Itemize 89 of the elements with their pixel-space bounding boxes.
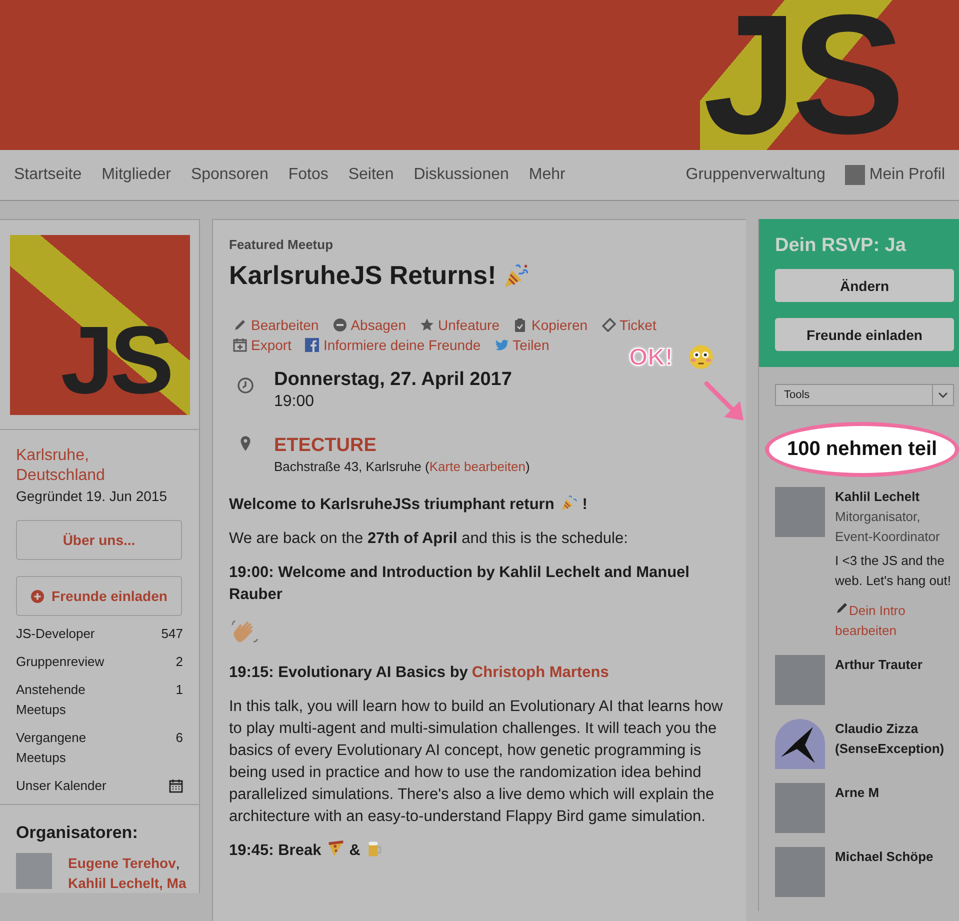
schedule-heading: 19:00: Welcome and Introduction by Kahlil Lechelt and Manuel Rauber [229, 564, 690, 603]
star-icon [420, 318, 434, 332]
party-popper-icon [502, 262, 530, 290]
venue-address: Bachstraße 43, Karlsruhe (Karte bearbeiten) [274, 459, 530, 474]
nav-link[interactable]: Mehr [528, 166, 566, 184]
description-paragraph: We are back on the 27th of April and this is the schedule: [229, 529, 629, 549]
schedule-heading: & [349, 842, 360, 859]
flushed-face-icon [688, 344, 714, 370]
stat-count: 547 [161, 625, 183, 643]
photo-placeholder [775, 487, 825, 537]
tools-dropdown[interactable]: Tools [775, 384, 954, 406]
stat-count: 1 [176, 681, 183, 699]
photo-placeholder [775, 847, 825, 897]
stat-count: 6 [176, 729, 183, 747]
bird-icon [494, 338, 509, 352]
attendee-role: Mitorganisator, Event-Koordinator [835, 508, 941, 546]
clipboard-icon [513, 318, 528, 332]
founded-date: Gegründet 19. Jun 2015 [16, 488, 168, 504]
edit-map-link[interactable]: Karte bearbeiten [429, 459, 526, 474]
pizza-slice-icon [327, 840, 346, 858]
separator-text: , [176, 855, 180, 871]
stat-link[interactable]: Gruppenreview [16, 652, 126, 672]
schedule-heading: 19:45: Break [229, 842, 322, 859]
avatar-placeholder [845, 165, 866, 185]
attendee-name[interactable]: Arthur Trauter [835, 655, 956, 675]
nav-link[interactable]: Diskussionen [414, 166, 509, 184]
description-paragraph: In this talk, you will learn how to build an Evolutionary AI that learns how to play multi-agent and multi-simulation challenges. It will teach you the basics of every Evolutionary AI concept, how genetic programming is being used in practice and how to use the randomization idea behind parallelized simulations. There's also a live demo which will explain the architecture with an easy-to-understand Flappy Bird game simulation. [229, 697, 724, 827]
pencil-icon [835, 601, 849, 615]
event-date: Donnerstag, 27. April 2017 [274, 369, 512, 391]
stat-link[interactable]: Unser Kalender [16, 776, 126, 796]
attendee-count: 100 nehmen teil [765, 422, 959, 477]
action-link[interactable]: Ticket [602, 317, 656, 333]
stat-count: 2 [176, 653, 183, 671]
invite-button[interactable]: Freunde einladen [16, 576, 182, 616]
action-link[interactable]: Absagen [332, 317, 406, 333]
calendar-icon[interactable] [169, 779, 183, 793]
organizer-link[interactable]: Eugene Terehov [68, 855, 176, 871]
nav-link[interactable]: Mitglieder [102, 166, 171, 184]
attendee-intro: I <3 the JS and the web. Let's hang out! [835, 552, 952, 590]
nav-link[interactable]: Seiten [348, 166, 394, 184]
nav-link[interactable]: Gruppenverwaltung [686, 166, 826, 184]
rsvp-button[interactable]: Ändern [775, 269, 954, 302]
attendee-name[interactable]: Arne M [835, 783, 956, 803]
photo-placeholder [775, 655, 825, 705]
calendar-plus-icon [233, 338, 247, 352]
edit-intro-link[interactable]: Dein Intro bearbeiten [835, 601, 956, 641]
schedule-heading: 19:15: Evolutionary AI Basics by [229, 664, 468, 681]
organizer-link[interactable]: Kahlil Lechelt, Ma [68, 875, 186, 891]
action-link[interactable]: Unfeature [420, 317, 500, 333]
clock-icon [237, 377, 254, 394]
nav-link[interactable]: Startseite [14, 166, 82, 184]
section-title: Organisatoren: [16, 823, 139, 843]
annotation-text: OK! [629, 344, 673, 372]
f-logo-icon [305, 338, 320, 352]
nav-link[interactable]: Mein Profil [869, 166, 945, 184]
plus-circle-icon [30, 590, 44, 602]
featured-label: Featured Meetup [229, 237, 334, 252]
attendee-name[interactable]: Kahlil Lechelt [835, 487, 956, 507]
action-link[interactable]: Kopieren [513, 317, 588, 333]
ticket-icon [602, 318, 616, 332]
venue-link[interactable]: ETECTURE [274, 435, 530, 457]
minus-circle-icon [332, 318, 347, 332]
rsvp-status: Dein RSVP: Ja [775, 235, 907, 257]
stat-link[interactable]: JS-Developer [16, 624, 126, 644]
event-time: 19:00 [274, 393, 316, 411]
stat-link[interactable]: Vergangene Meetups [16, 728, 126, 768]
attendee-name[interactable]: Michael Schöpe [835, 847, 956, 867]
schedule-heading: ! [582, 496, 588, 513]
stat-link[interactable]: Anstehende Meetups [16, 680, 126, 720]
bird-silhouette-picture [775, 719, 825, 769]
caret-icon [938, 392, 948, 398]
action-link[interactable]: Bearbeiten [233, 317, 319, 333]
event-title: KarlsruheJS Returns! [229, 260, 496, 291]
speaker-link[interactable]: Christoph Martens [472, 664, 609, 681]
pencil-icon [233, 318, 247, 332]
attendee-name[interactable]: Claudio Zizza (SenseException) [835, 719, 956, 759]
location-link[interactable]: Karlsruhe, Deutschland [16, 446, 126, 486]
nav-link[interactable]: Fotos [288, 166, 328, 184]
party-popper-icon [560, 494, 578, 512]
photo-placeholder [16, 853, 52, 889]
action-link[interactable]: Export [233, 337, 292, 353]
action-link[interactable]: Informiere deine Freunde [305, 337, 481, 353]
rsvp-button[interactable]: Freunde einladen [775, 318, 954, 351]
schedule-heading: Welcome to KarlsruheJSs triumphant return [229, 496, 554, 513]
photo-placeholder [775, 783, 825, 833]
about-button[interactable]: Über uns... [16, 520, 182, 560]
action-link[interactable]: Teilen [494, 337, 550, 353]
nav-link[interactable]: Sponsoren [190, 166, 268, 184]
beer-mug-icon [366, 840, 384, 858]
